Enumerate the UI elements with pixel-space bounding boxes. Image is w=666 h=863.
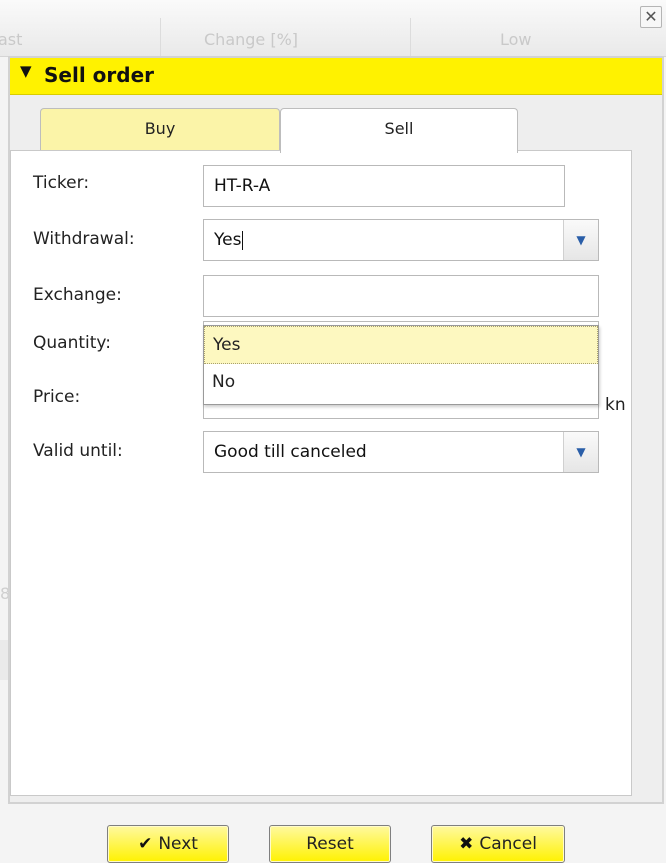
ticker-label: Ticker: <box>33 173 90 193</box>
background-column-change: Change [%] <box>204 30 299 49</box>
withdrawal-dropdown-trigger[interactable]: ▼ <box>563 220 598 260</box>
column-divider <box>160 18 161 56</box>
dropdown-option-yes[interactable]: Yes <box>204 326 598 364</box>
cancel-button[interactable]: ✖ Cancel <box>431 825 565 863</box>
valid-until-label: Valid until: <box>33 441 123 461</box>
window-title: Sell order <box>44 63 154 87</box>
text-cursor <box>242 230 244 250</box>
reset-button-label: Reset <box>306 834 354 854</box>
chevron-down-icon: ▼ <box>576 233 586 247</box>
exchange-label: Exchange: <box>33 285 122 305</box>
exchange-combobox[interactable] <box>203 275 599 317</box>
withdrawal-combobox[interactable]: Yes ▼ <box>203 219 599 261</box>
next-button[interactable]: ✔ Next <box>107 825 229 863</box>
valid-until-dropdown-trigger[interactable]: ▼ <box>563 432 598 472</box>
valid-until-combobox[interactable]: Good till canceled ▼ <box>203 431 599 473</box>
withdrawal-label: Withdrawal: <box>33 229 135 249</box>
checkmark-icon: ✔ <box>138 834 153 854</box>
tab-sell[interactable]: Sell <box>280 108 518 153</box>
collapse-triangle-icon[interactable]: ▼ <box>20 62 32 80</box>
withdrawal-dropdown-list: Yes No <box>203 325 599 405</box>
price-label: Price: <box>33 387 81 407</box>
close-button[interactable]: ✕ <box>640 6 662 28</box>
background-grid-header: ast Change [%] Low <box>0 0 666 57</box>
cancel-button-label: Cancel <box>479 834 537 854</box>
background-column-low: Low <box>500 30 532 49</box>
next-button-label: Next <box>158 834 198 854</box>
valid-until-value: Good till canceled <box>214 442 367 462</box>
window-title-bar[interactable]: ▼ Sell order <box>10 58 662 95</box>
price-unit: kn <box>605 395 626 415</box>
column-divider <box>410 18 411 56</box>
ticker-input[interactable] <box>203 165 565 207</box>
background-column-last: ast <box>0 30 23 49</box>
tab-buy[interactable]: Buy <box>40 108 280 150</box>
tab-buy-label: Buy <box>144 119 176 138</box>
sell-order-window: ▼ Sell order Buy Sell Ticker: Withdrawal… <box>8 56 664 863</box>
tab-sell-label: Sell <box>384 119 414 138</box>
reset-button[interactable]: Reset <box>269 825 391 863</box>
close-icon: ✕ <box>644 7 658 26</box>
dropdown-option-no[interactable]: No <box>204 364 598 402</box>
sell-form-panel: Ticker: Withdrawal: Yes ▼ Exchange: Quan… <box>10 150 632 863</box>
chevron-down-icon: ▼ <box>576 445 586 459</box>
quantity-label: Quantity: <box>33 333 111 353</box>
withdrawal-value: Yes <box>214 230 242 250</box>
cross-icon: ✖ <box>459 834 474 854</box>
